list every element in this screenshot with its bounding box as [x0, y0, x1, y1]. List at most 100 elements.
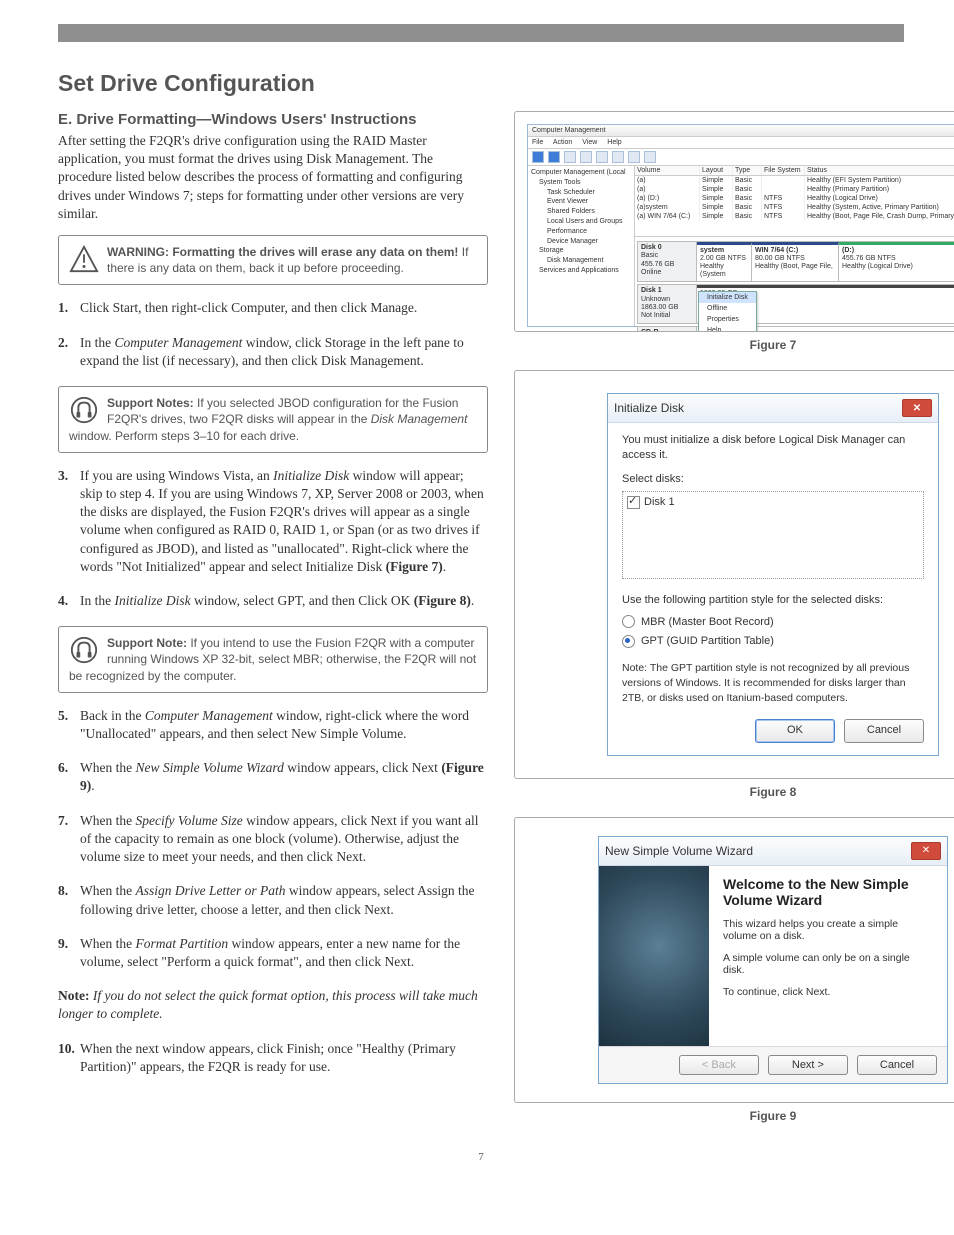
- radio-mbr-label: MBR (Master Boot Record): [641, 616, 774, 628]
- tree-services[interactable]: Services and Applications: [531, 266, 631, 276]
- cm-title: Computer Management: [528, 125, 954, 137]
- support-note-2: Support Note: If you intend to use the F…: [58, 626, 488, 693]
- close-icon[interactable]: ✕: [911, 842, 941, 860]
- dialog-note: Note: The GPT partition style is not rec…: [622, 661, 924, 705]
- grid-row[interactable]: (a)systemSimpleBasicNTFSHealthy (System,…: [635, 203, 954, 212]
- figure-7-caption: Figure 7: [514, 338, 954, 352]
- step-9: 9.When the Format Partition window appea…: [58, 935, 488, 971]
- tree-systools[interactable]: System Tools: [531, 178, 631, 188]
- tree-storage[interactable]: Storage: [531, 246, 631, 256]
- initialize-disk-dialog: Initialize Disk ✕ You must initialize a …: [607, 393, 939, 756]
- disk-1[interactable]: Disk 1Unknown1863.00 GBNot Initial 1863.…: [637, 284, 954, 324]
- dialog-text: You must initialize a disk before Logica…: [622, 433, 924, 464]
- nav-back-icon[interactable]: [532, 151, 544, 163]
- tree-localusers[interactable]: Local Users and Groups: [531, 217, 631, 227]
- dialog-title: Initialize Disk: [614, 401, 684, 415]
- warning-box: WARNING: Formatting the drives will eras…: [58, 235, 488, 285]
- tree-devicemgr[interactable]: Device Manager: [531, 237, 631, 247]
- toolbar-icon[interactable]: [596, 151, 608, 163]
- support-icon: [69, 395, 99, 425]
- support-icon: [69, 635, 99, 665]
- cm-tree: Computer Management (Local System Tools …: [528, 166, 635, 326]
- new-simple-volume-wizard: New Simple Volume Wizard ✕ Welcome to th…: [598, 836, 948, 1084]
- ctx-properties[interactable]: Properties: [699, 314, 756, 325]
- menu-view[interactable]: View: [582, 139, 597, 146]
- ok-button[interactable]: OK: [755, 719, 835, 742]
- tree-eventviewer[interactable]: Event Viewer: [531, 197, 631, 207]
- disk-listbox[interactable]: Disk 1: [622, 491, 924, 579]
- disk-0[interactable]: Disk 0Basic455.76 GBOnline system2.00 GB…: [637, 241, 954, 282]
- wizard-p3: To continue, click Next.: [723, 986, 933, 998]
- grid-row[interactable]: (a)SimpleBasicHealthy (Primary Partition…: [635, 185, 954, 194]
- step-3: 3.If you are using Windows Vista, an Ini…: [58, 467, 488, 576]
- tree-diskmgmt[interactable]: Disk Management: [531, 256, 631, 266]
- computer-management-window: Computer Management File Action View Hel…: [527, 124, 954, 327]
- step-7: 7.When the Specify Volume Size window ap…: [58, 812, 488, 867]
- figure-9-caption: Figure 9: [514, 1109, 954, 1123]
- step-10: 10.When the next window appears, click F…: [58, 1040, 488, 1076]
- toolbar-icon[interactable]: [580, 151, 592, 163]
- tree-tasksched[interactable]: Task Scheduler: [531, 188, 631, 198]
- figure-9: New Simple Volume Wizard ✕ Welcome to th…: [514, 817, 954, 1123]
- ctx-initialize-disk[interactable]: Initialize Disk: [699, 292, 756, 303]
- step-6: 6.When the New Simple Volume Wizard wind…: [58, 759, 488, 795]
- menu-file[interactable]: File: [532, 139, 543, 146]
- tree-root[interactable]: Computer Management (Local: [531, 168, 631, 178]
- select-disks-label: Select disks:: [622, 472, 924, 487]
- back-button[interactable]: < Back: [679, 1055, 759, 1075]
- partition-style-label: Use the following partition style for th…: [622, 593, 924, 608]
- nav-fwd-icon[interactable]: [548, 151, 560, 163]
- volume-grid: (a)SimpleBasicHealthy (EFI System Partit…: [635, 176, 954, 236]
- figure-8-caption: Figure 8: [514, 785, 954, 799]
- page-number: 7: [58, 1151, 904, 1163]
- tree-sharedfolders[interactable]: Shared Folders: [531, 207, 631, 217]
- cancel-button[interactable]: Cancel: [857, 1055, 937, 1075]
- ctx-offline[interactable]: Offline: [699, 303, 756, 314]
- support-note-1: Support Notes: If you selected JBOD conf…: [58, 386, 488, 453]
- warning-icon: [69, 244, 99, 274]
- close-icon[interactable]: ✕: [902, 399, 932, 417]
- section-heading: E. Drive Formatting—Windows Users' Instr…: [58, 111, 488, 128]
- step-1: 1.Click Start, then right-click Computer…: [58, 299, 488, 317]
- radio-gpt[interactable]: [622, 635, 635, 648]
- next-button[interactable]: Next >: [768, 1055, 848, 1075]
- page-title: Set Drive Configuration: [58, 70, 904, 97]
- warning-bold: Formatting the drives will erase any dat…: [172, 245, 458, 259]
- checkbox-icon[interactable]: [627, 496, 640, 509]
- grid-row[interactable]: (a) WIN 7/64 (C:)SimpleBasicNTFSHealthy …: [635, 212, 954, 221]
- tree-performance[interactable]: Performance: [531, 227, 631, 237]
- warning-label: WARNING:: [107, 245, 169, 259]
- grid-row[interactable]: (a)SimpleBasicHealthy (EFI System Partit…: [635, 176, 954, 185]
- context-menu: Initialize Disk Offline Properties Help: [698, 291, 757, 332]
- disk-item[interactable]: Disk 1: [644, 496, 675, 508]
- note-line: Note: If you do not select the quick for…: [58, 987, 488, 1023]
- toolbar-icon[interactable]: [644, 151, 656, 163]
- toolbar-icon[interactable]: [612, 151, 624, 163]
- radio-gpt-label: GPT (GUID Partition Table): [641, 635, 774, 647]
- toolbar-icon[interactable]: [628, 151, 640, 163]
- radio-mbr[interactable]: [622, 615, 635, 628]
- wizard-sidebar-image: [599, 866, 709, 1046]
- figure-7: Computer Management File Action View Hel…: [514, 111, 954, 352]
- step-5: 5.Back in the Computer Management window…: [58, 707, 488, 743]
- cm-menu: File Action View Help: [528, 137, 954, 149]
- volume-grid-header: Volume Layout Type File System Status Ca…: [635, 166, 954, 176]
- wizard-p2: A simple volume can only be on a single …: [723, 952, 933, 976]
- step-8: 8.When the Assign Drive Letter or Path w…: [58, 882, 488, 918]
- menu-help[interactable]: Help: [607, 139, 621, 146]
- top-rule: [58, 24, 904, 42]
- wizard-title: New Simple Volume Wizard: [605, 844, 753, 858]
- ctx-help[interactable]: Help: [699, 325, 756, 332]
- step-2: 2.In the Computer Management window, cli…: [58, 334, 488, 370]
- step-4: 4.In the Initialize Disk window, select …: [58, 592, 488, 610]
- figure-8: Initialize Disk ✕ You must initialize a …: [514, 370, 954, 799]
- grid-row[interactable]: (a) (D:)SimpleBasicNTFSHealthy (Logical …: [635, 194, 954, 203]
- wizard-p1: This wizard helps you create a simple vo…: [723, 918, 933, 942]
- toolbar-icon[interactable]: [564, 151, 576, 163]
- intro-text: After setting the F2QR's drive configura…: [58, 132, 488, 223]
- cdrom[interactable]: CD-RDVD (E:)No Media: [637, 326, 954, 332]
- wizard-heading: Welcome to the New Simple Volume Wizard: [723, 876, 933, 908]
- cm-toolbar: [528, 149, 954, 166]
- menu-action[interactable]: Action: [553, 139, 572, 146]
- cancel-button[interactable]: Cancel: [844, 719, 924, 742]
